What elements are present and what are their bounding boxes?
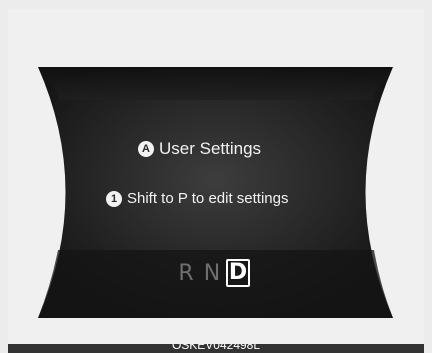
user-settings-label: User Settings xyxy=(159,139,262,158)
gear-r: R xyxy=(178,260,194,286)
shift-instruction-label: Shift to P to edit settings xyxy=(127,190,289,207)
gear-d-selected: D xyxy=(226,259,250,287)
instrument-cluster-display xyxy=(38,67,393,318)
user-settings-title: A User Settings xyxy=(138,139,261,159)
marker-a-icon: A xyxy=(138,141,154,157)
figure-caption-bar: OSKEV042498L xyxy=(8,344,424,353)
gear-n: N xyxy=(203,260,221,286)
marker-1-icon: 1 xyxy=(106,190,122,207)
display-top-band xyxy=(38,67,393,100)
shift-instruction: 1 Shift to P to edit settings xyxy=(106,190,288,207)
gear-indicator: R N D xyxy=(174,259,252,287)
figure-caption: OSKEV042498L xyxy=(171,344,261,352)
